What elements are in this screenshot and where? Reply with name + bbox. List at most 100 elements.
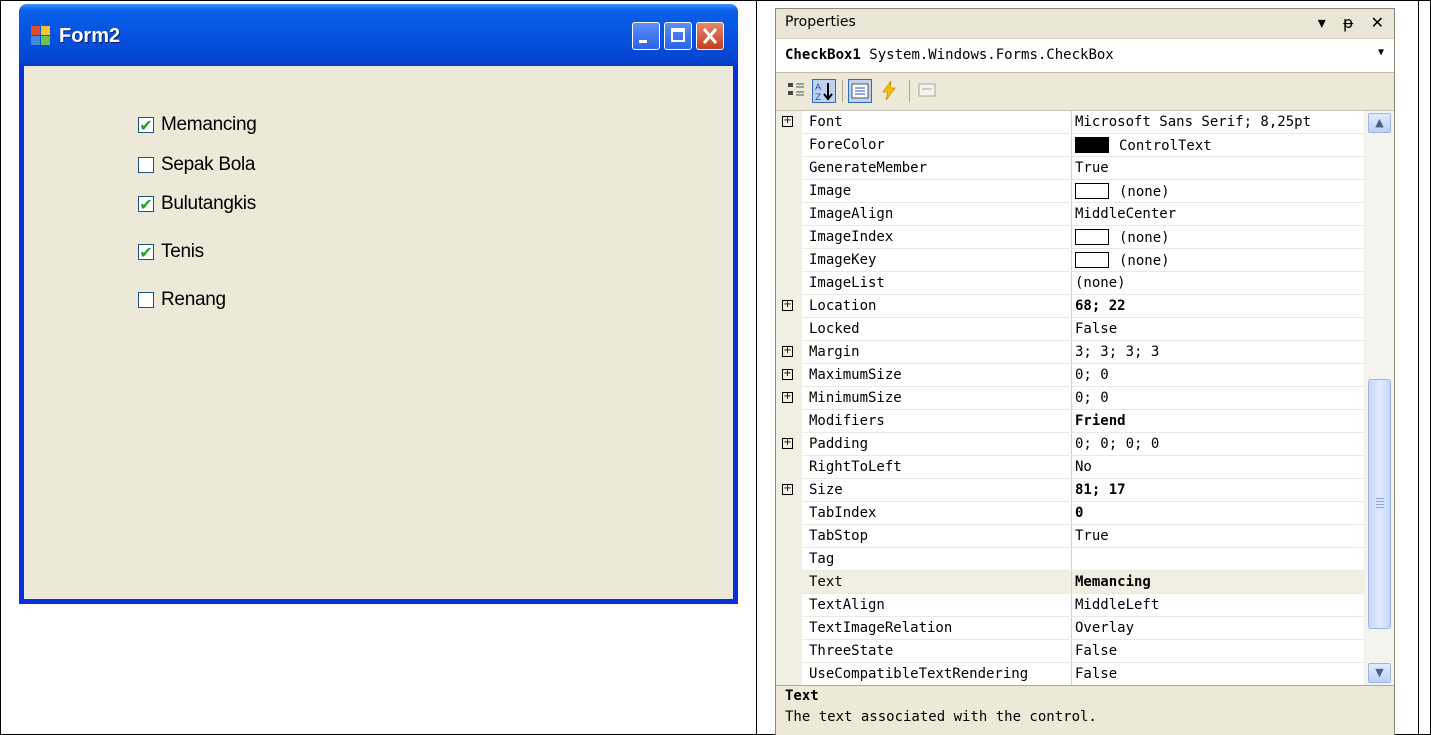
property-value[interactable]: 0 xyxy=(1075,505,1083,521)
property-row[interactable]: TabIndex 0 xyxy=(776,502,1364,525)
property-row[interactable]: Image (none) xyxy=(776,180,1364,203)
property-grid: + Font Microsoft Sans Serif; 8,25pt ForeCol… xyxy=(776,111,1364,685)
expand-plus-icon[interactable]: + xyxy=(782,346,793,357)
property-row[interactable]: UseCompatibleTextRendering False xyxy=(776,663,1364,685)
property-row[interactable]: ThreeState False xyxy=(776,640,1364,663)
property-value[interactable]: (none) xyxy=(1075,252,1170,269)
object-selector[interactable]: CheckBox1 System.Windows.Forms.CheckBox … xyxy=(776,39,1394,73)
checkbox-box[interactable] xyxy=(138,157,154,173)
scroll-down-button[interactable]: ▼ xyxy=(1368,663,1391,683)
property-value[interactable]: No xyxy=(1075,459,1092,475)
property-value[interactable]: True xyxy=(1075,160,1109,176)
property-value[interactable]: 68; 22 xyxy=(1075,298,1126,314)
property-value[interactable]: True xyxy=(1075,528,1109,544)
maximize-button[interactable] xyxy=(664,22,692,50)
property-value[interactable]: ControlText xyxy=(1075,137,1212,154)
property-value[interactable]: 0; 0 xyxy=(1075,367,1109,383)
property-value-text: (none) xyxy=(1119,253,1170,269)
chevron-down-icon[interactable]: ▼ xyxy=(1378,47,1384,58)
checkbox-tenis[interactable]: ✔ Tenis xyxy=(138,241,204,263)
scroll-up-button[interactable]: ▲ xyxy=(1368,113,1391,133)
property-value[interactable]: False xyxy=(1075,666,1117,682)
checkbox-bulutangkis[interactable]: ✔ Bulutangkis xyxy=(138,193,256,215)
property-row[interactable]: ImageAlign MiddleCenter xyxy=(776,203,1364,226)
checkbox-memancing[interactable]: ✔ Memancing xyxy=(138,114,257,136)
scroll-thumb[interactable] xyxy=(1368,379,1391,629)
property-value[interactable]: False xyxy=(1075,321,1117,337)
property-row[interactable]: TabStop True xyxy=(776,525,1364,548)
property-value[interactable]: Overlay xyxy=(1075,620,1134,636)
property-row[interactable]: Text Memancing xyxy=(776,571,1364,594)
property-row[interactable]: TextImageRelation Overlay xyxy=(776,617,1364,640)
property-name: ForeColor xyxy=(809,137,885,153)
checkbox-box[interactable]: ✔ xyxy=(138,196,154,212)
property-value[interactable]: (none) xyxy=(1075,275,1126,291)
property-value[interactable]: False xyxy=(1075,643,1117,659)
column-divider xyxy=(756,0,757,735)
property-row[interactable]: GenerateMember True xyxy=(776,157,1364,180)
minimize-button[interactable] xyxy=(632,22,660,50)
property-value-text: 0; 0 xyxy=(1075,390,1109,406)
check-icon: ✔ xyxy=(139,242,153,262)
property-value[interactable]: 3; 3; 3; 3 xyxy=(1075,344,1159,360)
categorized-icon[interactable] xyxy=(785,79,809,103)
expand-plus-icon[interactable]: + xyxy=(782,369,793,380)
property-row[interactable]: TextAlign MiddleLeft xyxy=(776,594,1364,617)
pin-icon[interactable]: ᵽ xyxy=(1343,13,1354,32)
property-row[interactable]: + Location 68; 22 xyxy=(776,295,1364,318)
checkbox-box[interactable]: ✔ xyxy=(138,117,154,133)
property-row[interactable]: RightToLeft No xyxy=(776,456,1364,479)
checkbox-sepak-bola[interactable]: Sepak Bola xyxy=(138,154,255,176)
property-value[interactable]: Memancing xyxy=(1075,574,1151,590)
property-row[interactable]: ImageKey (none) xyxy=(776,249,1364,272)
property-pages-icon[interactable] xyxy=(916,79,940,103)
property-value[interactable]: MiddleLeft xyxy=(1075,597,1159,613)
checkbox-renang[interactable]: Renang xyxy=(138,289,226,311)
expand-plus-icon[interactable]: + xyxy=(782,392,793,403)
property-name: Modifiers xyxy=(809,413,885,429)
property-row[interactable]: Modifiers Friend xyxy=(776,410,1364,433)
close-icon[interactable]: ✕ xyxy=(1371,13,1384,32)
vertical-scrollbar[interactable]: ▲ ▼ xyxy=(1365,111,1394,685)
properties-window: Properties ▾ ᵽ ✕ CheckBox1 System.Window… xyxy=(775,8,1395,735)
close-button[interactable] xyxy=(696,22,724,50)
property-name: ImageList xyxy=(809,275,885,291)
property-row[interactable]: Locked False xyxy=(776,318,1364,341)
property-row[interactable]: + MaximumSize 0; 0 xyxy=(776,364,1364,387)
property-row[interactable]: + Font Microsoft Sans Serif; 8,25pt xyxy=(776,111,1364,134)
alphabetical-icon[interactable]: AZ xyxy=(812,79,836,103)
form-title-bar[interactable]: Form2 xyxy=(19,4,738,66)
property-row[interactable]: ForeColor ControlText xyxy=(776,134,1364,157)
property-value-text: 3; 3; 3; 3 xyxy=(1075,344,1160,360)
events-icon[interactable] xyxy=(878,79,902,103)
property-row[interactable]: ImageIndex (none) xyxy=(776,226,1364,249)
property-row[interactable]: + Padding 0; 0; 0; 0 xyxy=(776,433,1364,456)
object-name: CheckBox1 xyxy=(785,47,861,63)
property-value-text: True xyxy=(1075,160,1109,176)
color-swatch xyxy=(1075,137,1109,153)
property-row[interactable]: + Margin 3; 3; 3; 3 xyxy=(776,341,1364,364)
properties-icon[interactable] xyxy=(848,79,872,103)
property-value[interactable]: MiddleCenter xyxy=(1075,206,1176,222)
property-value[interactable]: (none) xyxy=(1075,183,1170,200)
checkbox-box[interactable] xyxy=(138,292,154,308)
property-row[interactable]: Tag xyxy=(776,548,1364,571)
checkbox-label: Tenis xyxy=(161,241,204,262)
property-row[interactable]: + MinimumSize 0; 0 xyxy=(776,387,1364,410)
property-row[interactable]: + Size 81; 17 xyxy=(776,479,1364,502)
property-value[interactable]: (none) xyxy=(1075,229,1170,246)
property-value[interactable]: 0; 0 xyxy=(1075,390,1109,406)
property-value-text: 68; 22 xyxy=(1075,298,1126,314)
property-value-text: (none) xyxy=(1119,230,1170,246)
property-row[interactable]: ImageList (none) xyxy=(776,272,1364,295)
expand-plus-icon[interactable]: + xyxy=(782,300,793,311)
property-value[interactable]: 0; 0; 0; 0 xyxy=(1075,436,1159,452)
property-value[interactable]: 81; 17 xyxy=(1075,482,1126,498)
property-value[interactable]: Friend xyxy=(1075,413,1126,429)
expand-plus-icon[interactable]: + xyxy=(782,484,793,495)
property-value[interactable]: Microsoft Sans Serif; 8,25pt xyxy=(1075,114,1311,130)
checkbox-box[interactable]: ✔ xyxy=(138,244,154,260)
expand-plus-icon[interactable]: + xyxy=(782,438,793,449)
expand-plus-icon[interactable]: + xyxy=(782,116,793,127)
pin-down-arrow-icon[interactable]: ▾ xyxy=(1318,13,1326,32)
